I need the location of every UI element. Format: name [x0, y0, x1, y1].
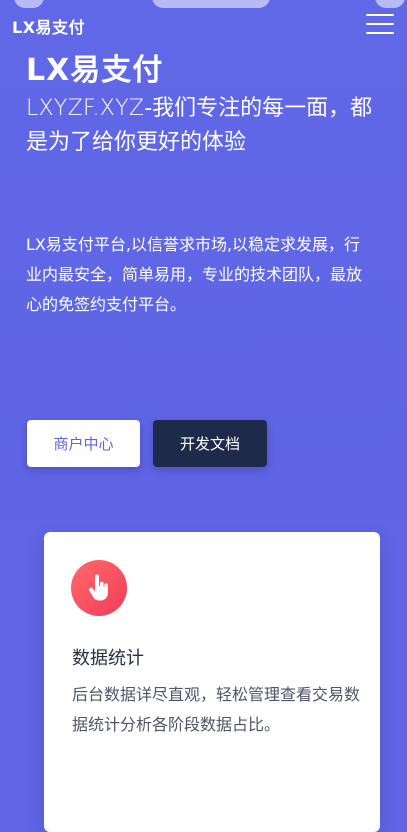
- developer-docs-button[interactable]: 开发文档: [153, 420, 267, 467]
- brand-logo-text[interactable]: LX易支付: [12, 14, 85, 38]
- feature-card-title: 数据统计: [72, 648, 144, 669]
- feature-card-statistics: 数据统计 后台数据详尽直观，轻松管理查看交易数据统计分析各阶段数据占比。: [44, 532, 380, 832]
- hero-subtitle: LXYZF.XYZ-我们专注的每一面，都是为了给你更好的体验: [26, 92, 376, 160]
- menu-bar-top: [366, 14, 394, 16]
- merchant-center-button[interactable]: 商户中心: [27, 420, 140, 467]
- hand-pointer-icon: [71, 560, 127, 616]
- menu-toggle-icon[interactable]: [366, 12, 394, 36]
- feature-card-text: 后台数据详尽直观，轻松管理查看交易数据统计分析各阶段数据占比。: [72, 685, 361, 734]
- menu-bar-middle: [366, 23, 394, 25]
- menu-bar-bottom: [366, 32, 394, 34]
- hero-description: LX易支付平台,以信誉求市场,以稳定求发展，行业内最安全，简单易用，专业的技术团…: [26, 235, 363, 314]
- hero-title: LX易支付: [26, 53, 164, 88]
- browser-address-pill: [152, 0, 270, 8]
- hero-subtitle-domain: LXYZF.XYZ: [26, 96, 145, 121]
- hand-pointer-glyph: [89, 574, 108, 601]
